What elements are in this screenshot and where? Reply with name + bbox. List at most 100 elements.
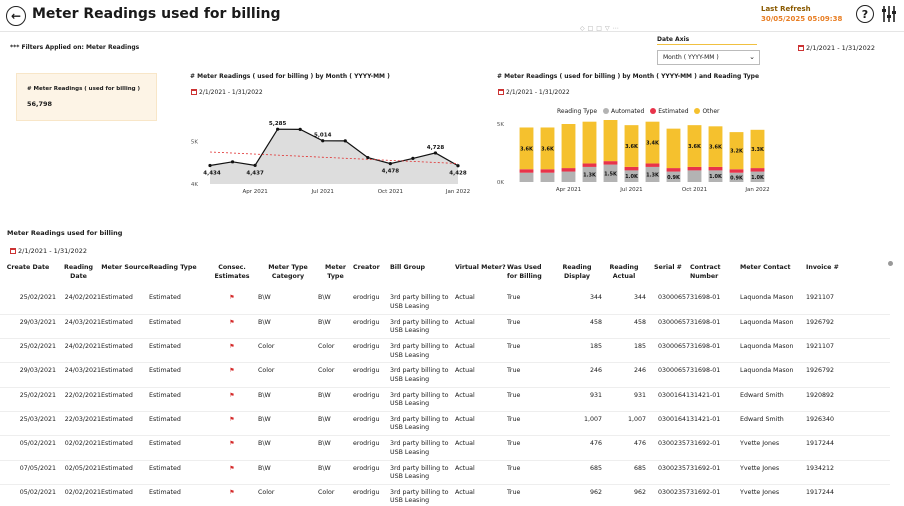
table-cell: 29/03/2021: [0, 314, 56, 340]
settings-sliders-icon[interactable]: [881, 5, 897, 23]
bar-segment-estimated[interactable]: [561, 168, 576, 172]
table-cell: erodrigu: [353, 484, 390, 506]
column-header[interactable]: Was Used for Billing: [507, 262, 552, 290]
table-cell: erodrigu: [353, 460, 390, 485]
column-header[interactable]: Meter Type: [318, 262, 353, 290]
data-point[interactable]: [253, 163, 257, 167]
legend-estimated[interactable]: Estimated: [658, 108, 688, 115]
table-cell: Actual: [455, 338, 507, 364]
column-header[interactable]: Consec. Estimates: [206, 262, 258, 290]
table-row[interactable]: 07/05/2021 02/05/2021 Estimated Estimated ⚑ B…: [0, 460, 890, 485]
column-header[interactable]: Reading Actual: [602, 262, 646, 290]
line-chart[interactable]: 5K 4K Apr 2021 Jul 2021 Oct 2021 Jan 2022 4,43…: [180, 110, 470, 200]
column-header[interactable]: Meter Type Category: [258, 262, 318, 290]
table-cell: Estimated: [149, 484, 206, 506]
bar-segment-other[interactable]: [666, 128, 681, 169]
data-point[interactable]: [208, 163, 212, 168]
column-header[interactable]: Reading Type: [149, 262, 206, 290]
consec-estimates-flag-icon: ⚑: [206, 484, 258, 506]
column-header[interactable]: Meter Source: [101, 262, 149, 290]
table-cell: 3rd party billing to USB Leasing: [390, 362, 455, 388]
column-header[interactable]: Invoice #: [806, 262, 890, 290]
table-row[interactable]: 29/03/2021 24/03/2021 Estimated Estimated ⚑ B…: [0, 314, 890, 340]
y-tick-label: 0K: [497, 180, 504, 186]
bar-segment-estimated[interactable]: [603, 161, 618, 165]
data-point[interactable]: [276, 127, 280, 131]
data-point[interactable]: [411, 156, 415, 160]
table-row[interactable]: 29/03/2021 24/03/2021 Estimated Estimated ⚑ C…: [0, 362, 890, 388]
x-tick-label: Jan 2022: [445, 189, 470, 195]
bar-segment-estimated[interactable]: [645, 163, 660, 167]
filters-applied-text: *** Filters Applied on: Meter Readings: [10, 44, 140, 51]
data-point[interactable]: [366, 155, 370, 160]
table-body: 25/02/2021 24/02/2021 Estimated Estimated ⚑ B…: [0, 290, 890, 506]
bar-segment-estimated[interactable]: [624, 166, 639, 171]
column-header[interactable]: Reading Date: [56, 262, 101, 290]
bar-segment-automated[interactable]: [687, 170, 702, 182]
table-row[interactable]: 25/02/2021 24/02/2021 Estimated Estimated ⚑ C…: [0, 338, 890, 364]
table-cell: B\W: [318, 387, 353, 412]
column-header[interactable]: Create Date: [0, 262, 56, 290]
column-header[interactable]: Reading Display: [552, 262, 602, 290]
data-point[interactable]: [388, 162, 392, 166]
bar-segment-estimated[interactable]: [582, 163, 597, 167]
table-row[interactable]: 05/02/2021 02/02/2021 Estimated Estimated ⚑ C…: [0, 484, 890, 506]
bar-segment-estimated[interactable]: [708, 166, 723, 171]
table-row[interactable]: 25/02/2021 22/02/2021 Estimated Estimated ⚑ B…: [0, 387, 890, 412]
data-point[interactable]: [230, 160, 235, 164]
bar-segment-automated[interactable]: [540, 172, 555, 182]
column-header[interactable]: Virtual Meter?: [455, 262, 507, 290]
table-cell: Estimated: [101, 435, 149, 461]
legend-automated[interactable]: Automated: [611, 108, 644, 115]
visual-header-icons[interactable]: ◇□□▽⋯: [580, 25, 622, 32]
data-point[interactable]: [343, 139, 347, 143]
date-axis-dropdown[interactable]: Month ( YYYY-MM ) ⌄: [657, 50, 760, 65]
bar-segment-estimated[interactable]: [540, 169, 555, 173]
bar-segment-automated[interactable]: [561, 171, 576, 182]
table-cell: Estimated: [101, 362, 149, 388]
data-point[interactable]: [456, 164, 460, 168]
legend-other[interactable]: Other: [702, 108, 719, 115]
table-cell: 1926340: [806, 411, 890, 437]
x-tick-label: Apr 2021: [242, 189, 267, 195]
table-row[interactable]: 25/02/2021 24/02/2021 Estimated Estimated ⚑ B…: [0, 290, 890, 315]
data-point[interactable]: [321, 139, 325, 143]
column-header[interactable]: Creator: [353, 262, 390, 290]
last-refresh-value: 30/05/2025 05:09:38: [761, 15, 843, 23]
bar-segment-estimated[interactable]: [519, 169, 534, 173]
date-range-filter[interactable]: 2/1/2021 - 1/31/2022: [798, 44, 875, 52]
consec-estimates-flag-icon: ⚑: [206, 387, 258, 412]
data-label: 4,728: [427, 145, 445, 151]
bar-chart-legend: Reading Type Automated Estimated Other: [557, 108, 719, 115]
column-header[interactable]: Contract Number: [690, 262, 740, 290]
bar-segment-other[interactable]: [582, 121, 597, 164]
column-header[interactable]: Bill Group: [390, 262, 455, 290]
table-cell: 03000657: [646, 314, 690, 340]
table-row[interactable]: 05/02/2021 02/02/2021 Estimated Estimated ⚑ B…: [0, 435, 890, 461]
table-cell: 25/02/2021: [0, 290, 56, 315]
column-header[interactable]: Meter Contact: [740, 262, 806, 290]
table-cell: B\W: [258, 460, 318, 485]
table-cell: Estimated: [101, 290, 149, 315]
bar-segment-other[interactable]: [603, 120, 618, 162]
help-button[interactable]: ?: [856, 5, 874, 23]
bar-segment-estimated[interactable]: [666, 168, 681, 172]
back-button[interactable]: ←: [6, 6, 26, 26]
bar-segment-other[interactable]: [561, 124, 576, 169]
bar-segment-automated[interactable]: [519, 172, 534, 182]
scrollbar-thumb[interactable]: [888, 261, 893, 266]
bar-segment-estimated[interactable]: [687, 166, 702, 171]
column-header[interactable]: Serial #: [646, 262, 690, 290]
table-cell: Actual: [455, 484, 507, 506]
data-point[interactable]: [433, 151, 438, 155]
table-cell: 03002357: [646, 460, 690, 485]
data-point[interactable]: [298, 127, 302, 131]
table-cell: 344: [552, 290, 602, 315]
bar-segment-estimated[interactable]: [750, 168, 765, 172]
table-cell: 3rd party billing to USB Leasing: [390, 290, 455, 315]
bar-segment-estimated[interactable]: [729, 169, 744, 173]
bar-chart[interactable]: 3.6K 3.6K 1.3K 1.5K 3.6K 1.0K 3.4K 1.3K 0.9K 3.6K…: [488, 120, 778, 200]
table-row[interactable]: 25/03/2021 22/03/2021 Estimated Estimated ⚑ B…: [0, 411, 890, 437]
table-date-range: 2/1/2021 - 1/31/2022: [10, 247, 87, 255]
data-label: 3.2K: [730, 149, 744, 155]
